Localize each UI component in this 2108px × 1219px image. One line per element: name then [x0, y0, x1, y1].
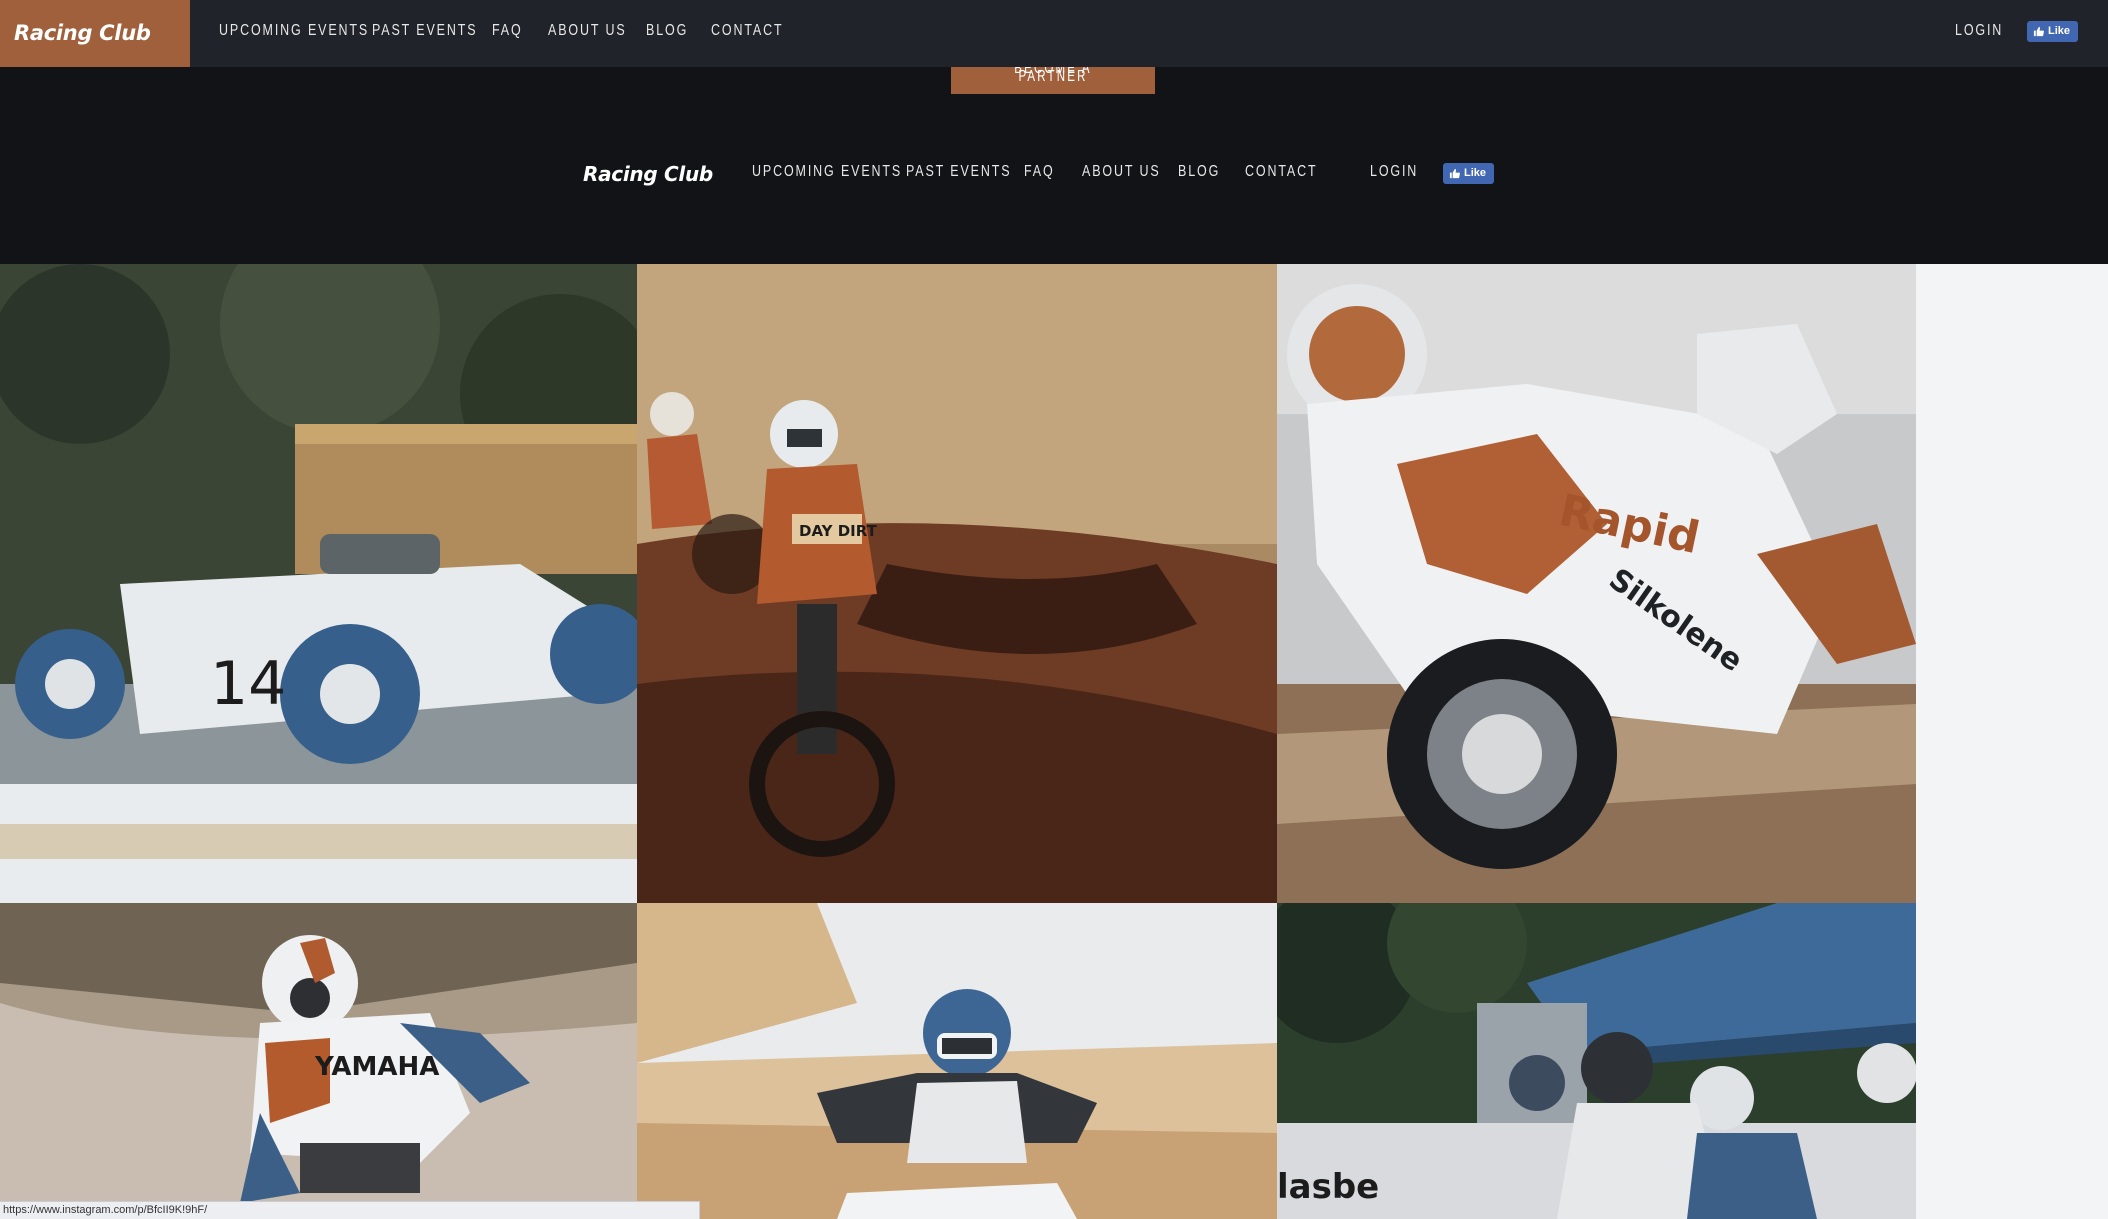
svg-text:YAMAHA: YAMAHA: [314, 1052, 439, 1082]
photo-vintage-race-car[interactable]: 14: [0, 264, 637, 903]
nav-blog[interactable]: BLOG: [646, 22, 688, 40]
nav-about-us[interactable]: ABOUT US: [548, 22, 627, 40]
login-link[interactable]: LOGIN: [1955, 22, 2003, 40]
svg-text:lasbe: lasbe: [1277, 1167, 1379, 1207]
header-nav-contact[interactable]: CONTACT: [1245, 163, 1318, 181]
thumbs-up-icon: [2033, 26, 2044, 37]
nav-past-events[interactable]: PAST EVENTS: [372, 22, 477, 40]
like-label: Like: [1464, 167, 1487, 179]
motocross-dust-image: [637, 903, 1277, 1219]
header-nav-upcoming-events[interactable]: UPCOMING EVENTS: [752, 163, 902, 181]
instagram-photo-grid: 14 DAY DIRT Rapid Silkolene YAMAHA lasbe: [0, 264, 1916, 1219]
like-label: Like: [2048, 25, 2071, 37]
nav-faq[interactable]: FAQ: [492, 22, 523, 40]
header-section: BECOME A PARTNER Racing Club UPCOMING EV…: [0, 67, 2108, 264]
yamaha-rider-image: YAMAHA: [0, 903, 637, 1219]
header-login-link[interactable]: LOGIN: [1370, 163, 1418, 181]
thumbs-up-icon: [1449, 168, 1460, 179]
motocross-image: DAY DIRT: [637, 264, 1277, 903]
header-nav-about-us[interactable]: ABOUT US: [1082, 163, 1161, 181]
svg-text:DAY DIRT: DAY DIRT: [799, 522, 878, 540]
race-start-image: lasbe: [1277, 903, 1916, 1219]
photo-superbike[interactable]: Rapid Silkolene: [1277, 264, 1916, 903]
superbike-image: Rapid Silkolene: [1277, 264, 1916, 903]
header-nav-faq[interactable]: FAQ: [1024, 163, 1055, 181]
facebook-like-button[interactable]: Like: [2027, 21, 2078, 42]
header-brand-logo[interactable]: Racing Club: [583, 162, 713, 186]
nav-contact[interactable]: CONTACT: [711, 22, 784, 40]
photo-motocross-riders[interactable]: DAY DIRT: [637, 264, 1277, 903]
header-facebook-like-button[interactable]: Like: [1443, 163, 1494, 184]
nav-upcoming-events[interactable]: UPCOMING EVENTS: [219, 22, 369, 40]
header-nav-past-events[interactable]: PAST EVENTS: [906, 163, 1011, 181]
photo-motocross-dust[interactable]: [637, 903, 1277, 1219]
top-navigation-bar: Racing Club UPCOMING EVENTS PAST EVENTS …: [0, 0, 2108, 67]
brand-logo[interactable]: Racing Club: [0, 0, 190, 67]
header-nav-blog[interactable]: BLOG: [1178, 163, 1220, 181]
browser-status-url: https://www.instagram.com/p/BfcII9K!9hF/: [0, 1201, 700, 1219]
photo-race-start[interactable]: lasbe: [1277, 903, 1916, 1219]
svg-text:14: 14: [210, 649, 286, 719]
become-partner-button[interactable]: BECOME A PARTNER: [951, 67, 1155, 94]
photo-yamaha-rider[interactable]: YAMAHA: [0, 903, 637, 1219]
race-car-image: 14: [0, 264, 637, 903]
